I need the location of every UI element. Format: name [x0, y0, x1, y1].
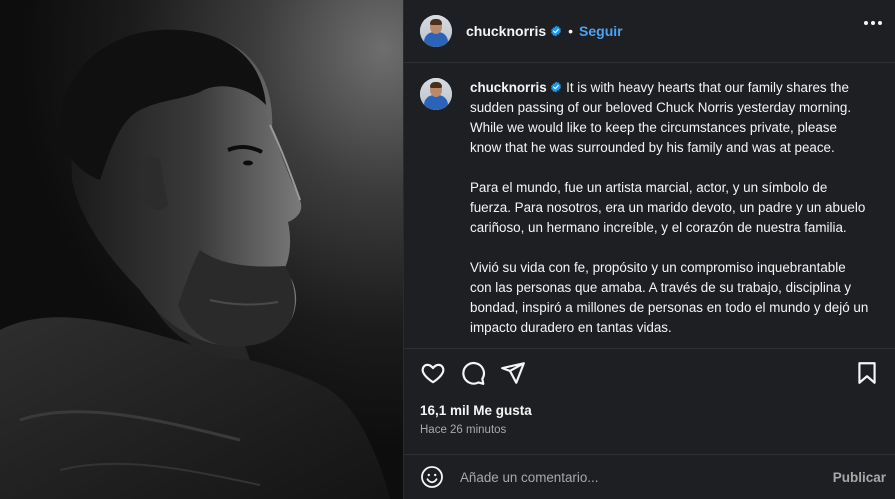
comment-divider	[404, 454, 895, 455]
verified-badge-icon	[551, 25, 562, 37]
post-header: chucknorris • Seguir	[404, 0, 895, 63]
comment-composer: Publicar	[420, 464, 886, 490]
publish-button[interactable]: Publicar	[833, 470, 886, 485]
caption-paragraph-3: Vivió su vida con fe, propósito y un com…	[470, 260, 869, 335]
instagram-post: chucknorris • Seguir chucknorris It is w…	[0, 0, 895, 499]
share-icon[interactable]	[500, 360, 526, 386]
post-photo	[0, 0, 403, 499]
emoji-icon[interactable]	[420, 465, 444, 489]
portrait-image	[0, 29, 390, 499]
caption-paragraph-2: Para el mundo, fue un artista marcial, a…	[470, 180, 866, 235]
author-username[interactable]: chucknorris	[466, 23, 546, 39]
post-caption: chucknorris It is with heavy hearts that…	[470, 78, 870, 358]
caption-username[interactable]: chucknorris	[470, 80, 547, 95]
verified-badge-icon	[551, 81, 562, 93]
heart-icon[interactable]	[420, 360, 446, 386]
actions-divider	[404, 348, 895, 349]
caption-paragraph-1: chucknorris It is with heavy hearts that…	[470, 78, 870, 158]
post-timestamp[interactable]: Hace 26 minutos	[420, 424, 506, 436]
follow-button[interactable]: Seguir	[579, 23, 623, 39]
comment-icon[interactable]	[460, 360, 486, 386]
more-icon[interactable]	[864, 21, 882, 25]
like-count[interactable]: 16,1 mil Me gusta	[420, 403, 532, 418]
post-panel: chucknorris • Seguir chucknorris It is w…	[403, 0, 895, 499]
post-caption-block: chucknorris It is with heavy hearts that…	[420, 78, 880, 358]
caption-avatar[interactable]	[420, 78, 452, 110]
header-separator: •	[568, 23, 574, 39]
comment-input[interactable]	[460, 469, 800, 485]
bookmark-icon[interactable]	[854, 360, 880, 386]
author-avatar[interactable]	[420, 15, 452, 47]
action-bar	[420, 360, 880, 388]
